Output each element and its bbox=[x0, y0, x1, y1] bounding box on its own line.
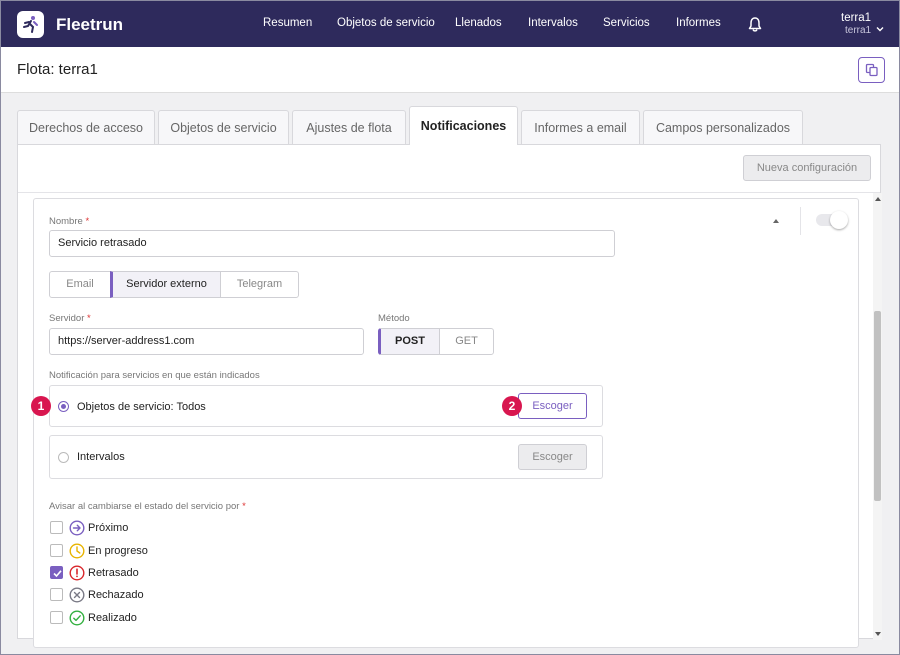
fleetrun-logo-icon[interactable] bbox=[17, 11, 44, 38]
nav-item-servicios[interactable]: Servicios bbox=[603, 17, 650, 29]
callout-badge-1: 1 bbox=[31, 396, 51, 416]
service-objects-label: Objetos de servicio: Todos bbox=[77, 401, 206, 413]
service-objects-radio[interactable] bbox=[58, 401, 69, 412]
server-label: Servidor * bbox=[49, 313, 91, 324]
choose-intervals-button[interactable]: Escoger bbox=[518, 444, 587, 470]
app-window: Fleetrun Resumen Objetos de servicio Lle… bbox=[0, 0, 900, 655]
status-retrasado-label: Retrasado bbox=[88, 567, 139, 579]
name-input[interactable]: Servicio retrasado bbox=[49, 230, 615, 257]
status-en-progreso-checkbox[interactable] bbox=[50, 544, 63, 557]
arrow-right-circle-icon bbox=[69, 520, 85, 536]
vertical-scrollbar[interactable] bbox=[873, 193, 882, 640]
bell-icon[interactable] bbox=[747, 16, 763, 38]
channel-external-server-tab[interactable]: Servidor externo bbox=[110, 271, 221, 298]
status-proximo-label: Próximo bbox=[88, 522, 129, 534]
name-label: Nombre * bbox=[49, 216, 90, 227]
tab-notificaciones[interactable]: Notificaciones bbox=[409, 106, 518, 145]
tab-informes-a-email[interactable]: Informes a email bbox=[521, 110, 640, 144]
notifications-panel: Nueva configuración Nombre * Servicio re… bbox=[17, 144, 882, 648]
method-post-tab[interactable]: POST bbox=[378, 328, 440, 355]
chevron-down-icon[interactable] bbox=[876, 19, 884, 37]
option-intervals: Intervalos Escoger bbox=[49, 435, 603, 479]
check-circle-icon bbox=[69, 610, 85, 626]
channel-email-tab[interactable]: Email bbox=[49, 271, 111, 298]
method-get-tab[interactable]: GET bbox=[439, 328, 494, 355]
choose-objects-button[interactable]: Escoger bbox=[518, 393, 587, 419]
scrollbar-thumb[interactable] bbox=[874, 311, 881, 501]
tab-derechos-de-acceso[interactable]: Derechos de acceso bbox=[17, 110, 155, 144]
intervals-label: Intervalos bbox=[77, 451, 125, 463]
user-account: terra1 bbox=[845, 25, 872, 36]
enable-toggle[interactable] bbox=[816, 211, 848, 229]
divider bbox=[800, 207, 801, 235]
status-en-progreso-label: En progreso bbox=[88, 545, 148, 557]
status-change-label: Avisar al cambiarse el estado del servic… bbox=[49, 501, 246, 512]
status-retrasado-checkbox[interactable] bbox=[50, 566, 63, 579]
exclamation-circle-icon bbox=[69, 565, 85, 581]
page-header: Flota: terra1 bbox=[1, 47, 899, 93]
clock-icon bbox=[69, 543, 85, 559]
status-proximo-checkbox[interactable] bbox=[50, 521, 63, 534]
tab-ajustes-de-flota[interactable]: Ajustes de flota bbox=[292, 110, 406, 144]
new-configuration-button[interactable]: Nueva configuración bbox=[743, 155, 871, 181]
scroll-down-arrow-icon[interactable] bbox=[875, 632, 881, 636]
copy-button[interactable] bbox=[858, 57, 885, 83]
x-circle-icon bbox=[69, 587, 85, 603]
nav-item-intervalos[interactable]: Intervalos bbox=[528, 17, 578, 29]
nav-item-informes[interactable]: Informes bbox=[676, 17, 721, 29]
collapse-arrow-icon[interactable] bbox=[773, 219, 779, 223]
channel-telegram-tab[interactable]: Telegram bbox=[220, 271, 299, 298]
intervals-radio[interactable] bbox=[58, 452, 69, 463]
brand-name: Fleetrun bbox=[56, 15, 124, 34]
server-input[interactable]: https://server-address1.com bbox=[49, 328, 364, 355]
notify-for-label: Notificación para servicios en que están… bbox=[49, 370, 260, 381]
copy-icon bbox=[865, 63, 878, 77]
status-rechazado-checkbox[interactable] bbox=[50, 588, 63, 601]
callout-badge-2: 2 bbox=[502, 396, 522, 416]
top-navigation-bar: Fleetrun Resumen Objetos de servicio Lle… bbox=[1, 1, 899, 47]
user-name[interactable]: terra1 bbox=[841, 12, 871, 24]
nav-item-llenados[interactable]: Llenados bbox=[455, 17, 502, 29]
page-title: Flota: terra1 bbox=[17, 61, 98, 78]
nav-item-resumen[interactable]: Resumen bbox=[263, 17, 312, 29]
status-realizado-checkbox[interactable] bbox=[50, 611, 63, 624]
divider bbox=[18, 192, 880, 193]
method-label: Método bbox=[378, 313, 410, 324]
checkmark-icon bbox=[53, 570, 62, 578]
status-realizado-label: Realizado bbox=[88, 612, 137, 624]
status-rechazado-label: Rechazado bbox=[88, 589, 144, 601]
tab-objetos-de-servicio[interactable]: Objetos de servicio bbox=[158, 110, 289, 144]
notification-config-card: Nombre * Servicio retrasado Email Servid… bbox=[33, 198, 859, 648]
tab-campos-personalizados[interactable]: Campos personalizados bbox=[643, 110, 803, 144]
scroll-up-arrow-icon[interactable] bbox=[875, 197, 881, 201]
nav-item-objetos-de-servicio[interactable]: Objetos de servicio bbox=[337, 17, 435, 29]
